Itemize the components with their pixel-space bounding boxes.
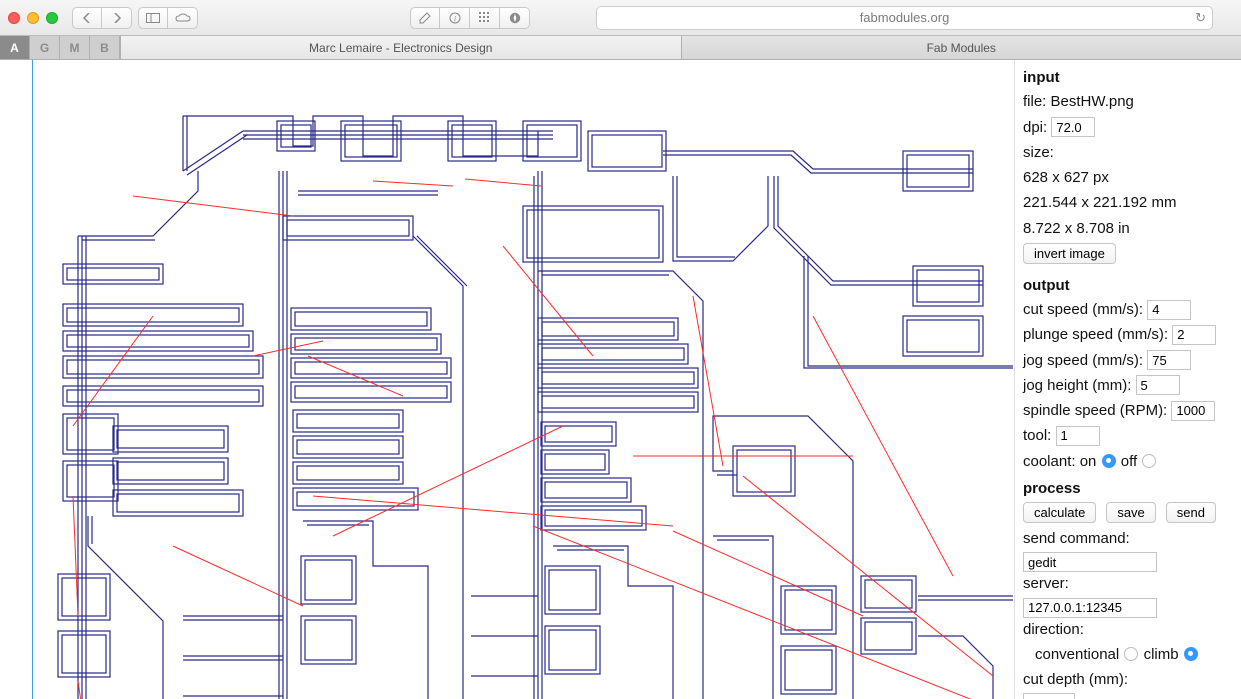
bookmark-b[interactable]: B: [90, 36, 120, 59]
jog-speed-input[interactable]: [1147, 350, 1191, 370]
invert-image-button[interactable]: invert image: [1023, 243, 1116, 264]
server-label: server:: [1023, 572, 1233, 595]
input-heading: input: [1023, 66, 1233, 89]
cut-depth-label: cut depth (mm):: [1023, 668, 1233, 691]
grid-icon[interactable]: [470, 7, 500, 29]
close-window-icon[interactable]: [8, 12, 20, 24]
compass-icon[interactable]: [500, 7, 530, 29]
window-controls: [8, 12, 58, 24]
save-button[interactable]: save: [1106, 502, 1155, 523]
info-icon[interactable]: i: [440, 7, 470, 29]
toolpath-drawing: [33, 60, 1013, 699]
cut-depth-input[interactable]: [1023, 693, 1075, 699]
size-mm: 221.544 x 221.192 mm: [1023, 191, 1233, 214]
nav-buttons: [72, 7, 132, 29]
output-heading: output: [1023, 274, 1233, 297]
settings-panel: input file: BestHW.png dpi: size: 628 x …: [1015, 60, 1241, 699]
reload-icon[interactable]: ↻: [1195, 10, 1206, 26]
send-command-input[interactable]: [1023, 552, 1157, 572]
size-in: 8.722 x 8.708 in: [1023, 217, 1233, 240]
tool-label: tool:: [1023, 427, 1051, 444]
back-button[interactable]: [72, 7, 102, 29]
jog-height-input[interactable]: [1136, 375, 1180, 395]
address-bar[interactable]: fabmodules.org ↻: [596, 6, 1213, 30]
send-button[interactable]: send: [1166, 502, 1216, 523]
jog-speed-label: jog speed (mm/s):: [1023, 352, 1143, 369]
server-input[interactable]: [1023, 598, 1157, 618]
sidebar-button[interactable]: [138, 7, 168, 29]
view-buttons: [138, 7, 198, 29]
coolant-on-radio[interactable]: [1102, 454, 1116, 468]
dpi-input[interactable]: [1051, 117, 1095, 137]
cut-speed-label: cut speed (mm/s):: [1023, 301, 1143, 318]
coolant-on-label: on: [1080, 453, 1097, 470]
svg-text:i: i: [453, 14, 455, 23]
cut-speed-input[interactable]: [1147, 300, 1191, 320]
process-heading: process: [1023, 477, 1233, 500]
file-value: BestHW.png: [1051, 93, 1134, 110]
plunge-speed-label: plunge speed (mm/s):: [1023, 326, 1168, 343]
cloud-button[interactable]: [168, 7, 198, 29]
tool-input[interactable]: [1056, 426, 1100, 446]
spindle-label: spindle speed (RPM):: [1023, 402, 1167, 419]
coolant-label: coolant:: [1023, 453, 1076, 470]
edit-icon[interactable]: [410, 7, 440, 29]
direction-climb-radio[interactable]: [1184, 647, 1198, 661]
tab-fab-modules[interactable]: Fab Modules: [681, 36, 1241, 59]
maximize-window-icon[interactable]: [46, 12, 58, 24]
size-px: 628 x 627 px: [1023, 166, 1233, 189]
direction-conv-radio[interactable]: [1124, 647, 1138, 661]
coolant-off-radio[interactable]: [1142, 454, 1156, 468]
coolant-off-label: off: [1121, 453, 1137, 470]
toolpath-canvas[interactable]: [0, 60, 1015, 699]
bookmark-a[interactable]: A: [0, 36, 30, 59]
browser-toolbar: i fabmodules.org ↻: [0, 0, 1241, 36]
spindle-input[interactable]: [1171, 401, 1215, 421]
direction-climb-label: climb: [1144, 646, 1179, 663]
plunge-speed-input[interactable]: [1172, 325, 1216, 345]
tab-favorites-bar: A G M B Marc Lemaire - Electronics Desig…: [0, 36, 1241, 60]
calculate-button[interactable]: calculate: [1023, 502, 1096, 523]
size-label: size:: [1023, 141, 1233, 164]
bookmark-m[interactable]: M: [60, 36, 90, 59]
forward-button[interactable]: [102, 7, 132, 29]
direction-conv-label: conventional: [1035, 646, 1119, 663]
bookmark-g[interactable]: G: [30, 36, 60, 59]
url-text: fabmodules.org: [860, 10, 950, 25]
tab-electronics-design[interactable]: Marc Lemaire - Electronics Design: [120, 36, 681, 59]
send-command-label: send command:: [1023, 527, 1233, 550]
minimize-window-icon[interactable]: [27, 12, 39, 24]
direction-label: direction:: [1023, 618, 1233, 641]
file-label: file:: [1023, 93, 1046, 110]
dpi-label: dpi:: [1023, 119, 1047, 136]
jog-height-label: jog height (mm):: [1023, 377, 1131, 394]
